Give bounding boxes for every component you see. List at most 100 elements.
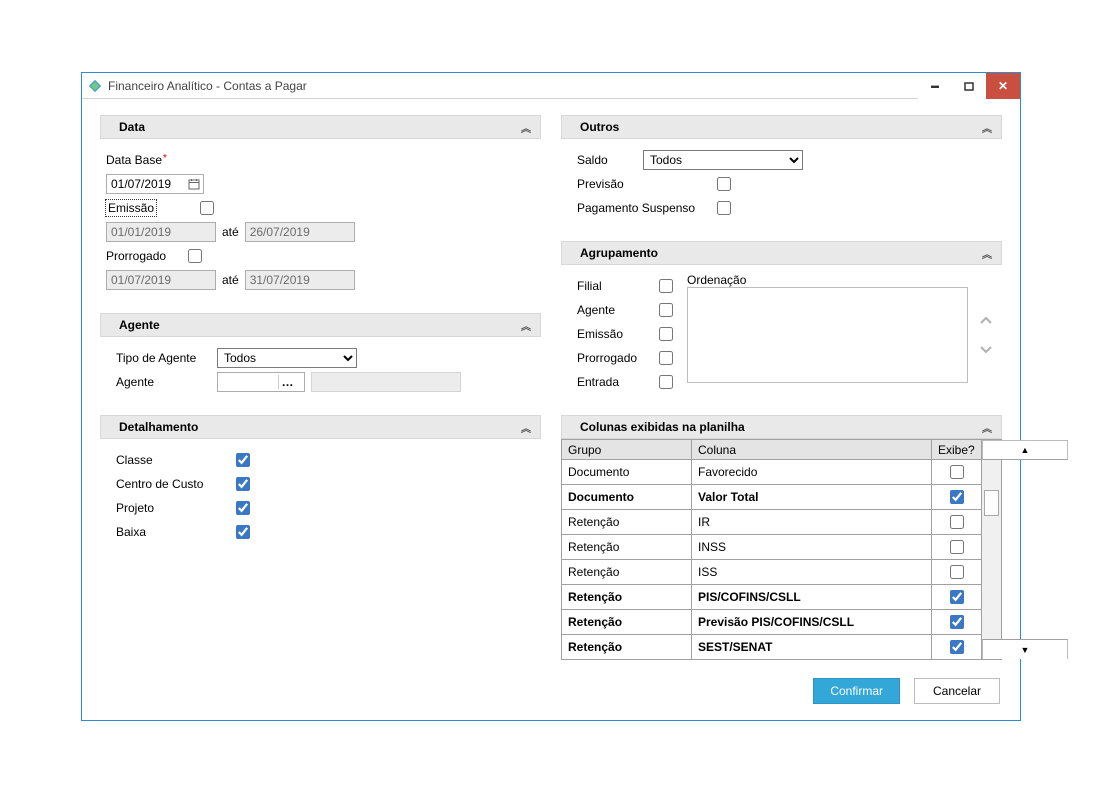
exibe-checkbox[interactable] (950, 515, 964, 529)
emissao-to (245, 222, 355, 242)
table-row[interactable]: RetençãoISS (562, 560, 982, 585)
panel-agrupamento-header[interactable]: Agrupamento ︽ (561, 241, 1002, 265)
tipo-agente-select[interactable]: Todos (217, 348, 357, 368)
cell-grupo: Documento (562, 485, 692, 510)
pag-susp-label: Pagamento Suspenso (577, 201, 707, 215)
exibe-checkbox[interactable] (950, 490, 964, 504)
ate-label-2: até (222, 273, 239, 287)
table-row[interactable]: DocumentoValor Total (562, 485, 982, 510)
maximize-button[interactable] (952, 73, 986, 99)
panel-data: Data ︽ Data Base (100, 115, 541, 301)
agrupamento-row: Agente (577, 299, 687, 321)
agrupamento-row: Prorrogado (577, 347, 687, 369)
detalhamento-checkbox[interactable] (236, 501, 250, 515)
prorrogado-checkbox[interactable] (188, 249, 202, 263)
scroll-thumb[interactable] (984, 490, 999, 516)
agrupamento-checkbox[interactable] (659, 375, 673, 389)
cell-exibe (932, 460, 982, 485)
agrupamento-label: Filial (577, 279, 649, 293)
emissao-checkbox[interactable] (200, 201, 214, 215)
panel-colunas: Colunas exibidas na planilha ︽ Grupo Col… (561, 415, 1002, 660)
scroll-down-icon[interactable]: ▼ (982, 639, 1068, 659)
agrupamento-checkbox[interactable] (659, 351, 673, 365)
detalhamento-checkbox[interactable] (236, 525, 250, 539)
detalhamento-label: Projeto (116, 501, 226, 515)
cell-exibe (932, 560, 982, 585)
close-button[interactable]: ✕ (986, 73, 1020, 99)
cell-coluna: Favorecido (692, 460, 932, 485)
collapse-icon: ︽ (521, 120, 530, 135)
cell-exibe (932, 535, 982, 560)
table-row[interactable]: RetençãoINSS (562, 535, 982, 560)
panel-outros-header[interactable]: Outros ︽ (561, 115, 1002, 139)
panel-agente-header[interactable]: Agente ︽ (100, 313, 541, 337)
window-title: Financeiro Analítico - Contas a Pagar (108, 79, 918, 93)
agrupamento-checklist: FilialAgenteEmissãoProrrogadoEntrada (577, 273, 687, 395)
panel-colunas-header[interactable]: Colunas exibidas na planilha ︽ (561, 415, 1002, 439)
previsao-label: Previsão (577, 177, 707, 191)
panel-detalhamento: Detalhamento ︽ ClasseCentro de CustoProj… (100, 415, 541, 553)
panel-agrupamento-title: Agrupamento (580, 246, 658, 260)
ordenacao-listbox[interactable] (687, 287, 968, 383)
agrupamento-checkbox[interactable] (659, 327, 673, 341)
agente-lookup[interactable]: … (217, 372, 305, 392)
lookup-dots-icon[interactable]: … (278, 375, 296, 389)
panel-agente-title: Agente (119, 318, 160, 332)
table-row[interactable]: RetençãoSEST/SENAT (562, 635, 982, 660)
detalhamento-checkbox[interactable] (236, 453, 250, 467)
agrupamento-checkbox[interactable] (659, 279, 673, 293)
table-scrollbar[interactable]: ▲ ▼ (982, 439, 1002, 660)
exibe-checkbox[interactable] (950, 540, 964, 554)
cell-grupo: Retenção (562, 610, 692, 635)
minimize-button[interactable] (918, 73, 952, 99)
agrupamento-checkbox[interactable] (659, 303, 673, 317)
table-row[interactable]: DocumentoFavorecido (562, 460, 982, 485)
cell-coluna: SEST/SENAT (692, 635, 932, 660)
detalhamento-row: Centro de Custo (116, 473, 535, 495)
panel-detalhamento-header[interactable]: Detalhamento ︽ (100, 415, 541, 439)
tipo-agente-label: Tipo de Agente (116, 351, 211, 365)
cell-exibe (932, 635, 982, 660)
confirm-button[interactable]: Confirmar (813, 678, 900, 704)
cancel-button[interactable]: Cancelar (914, 678, 1000, 704)
cell-exibe (932, 610, 982, 635)
data-base-label: Data Base (106, 153, 167, 167)
col-header-coluna[interactable]: Coluna (692, 440, 932, 460)
exibe-checkbox[interactable] (950, 615, 964, 629)
detalhamento-checkbox[interactable] (236, 477, 250, 491)
scroll-up-icon[interactable]: ▲ (982, 440, 1068, 460)
data-base-field[interactable] (107, 175, 185, 193)
previsao-checkbox[interactable] (717, 177, 731, 191)
panel-colunas-title: Colunas exibidas na planilha (580, 420, 745, 434)
saldo-select[interactable]: Todos (643, 150, 803, 170)
move-down-button[interactable] (976, 340, 996, 360)
collapse-icon: ︽ (521, 318, 530, 333)
move-up-button[interactable] (976, 310, 996, 330)
table-row[interactable]: RetençãoPIS/COFINS/CSLL (562, 585, 982, 610)
cell-grupo: Retenção (562, 585, 692, 610)
emissao-label: Emissão (106, 200, 156, 216)
col-header-grupo[interactable]: Grupo (562, 440, 692, 460)
table-row[interactable]: RetençãoPrevisão PIS/COFINS/CSLL (562, 610, 982, 635)
table-row[interactable]: RetençãoIR (562, 510, 982, 535)
cell-grupo: Retenção (562, 635, 692, 660)
exibe-checkbox[interactable] (950, 590, 964, 604)
pag-susp-checkbox[interactable] (717, 201, 731, 215)
data-base-input[interactable] (106, 174, 204, 194)
cell-exibe (932, 585, 982, 610)
exibe-checkbox[interactable] (950, 465, 964, 479)
colunas-table: Grupo Coluna Exibe? DocumentoFavorecidoD… (561, 439, 982, 660)
detalhamento-body: ClasseCentro de CustoProjetoBaixa (100, 439, 541, 553)
exibe-checkbox[interactable] (950, 640, 964, 654)
collapse-icon: ︽ (982, 246, 991, 261)
calendar-icon[interactable] (185, 178, 203, 190)
agente-lookup-input[interactable] (218, 373, 278, 391)
panel-data-header[interactable]: Data ︽ (100, 115, 541, 139)
cell-coluna: INSS (692, 535, 932, 560)
col-header-exibe[interactable]: Exibe? (932, 440, 982, 460)
right-column: Outros ︽ Saldo Todos Previsão (561, 115, 1002, 660)
exibe-checkbox[interactable] (950, 565, 964, 579)
dialog-window: Financeiro Analítico - Contas a Pagar ✕ … (81, 72, 1021, 721)
agente-display (311, 372, 461, 392)
prorrogado-to (245, 270, 355, 290)
